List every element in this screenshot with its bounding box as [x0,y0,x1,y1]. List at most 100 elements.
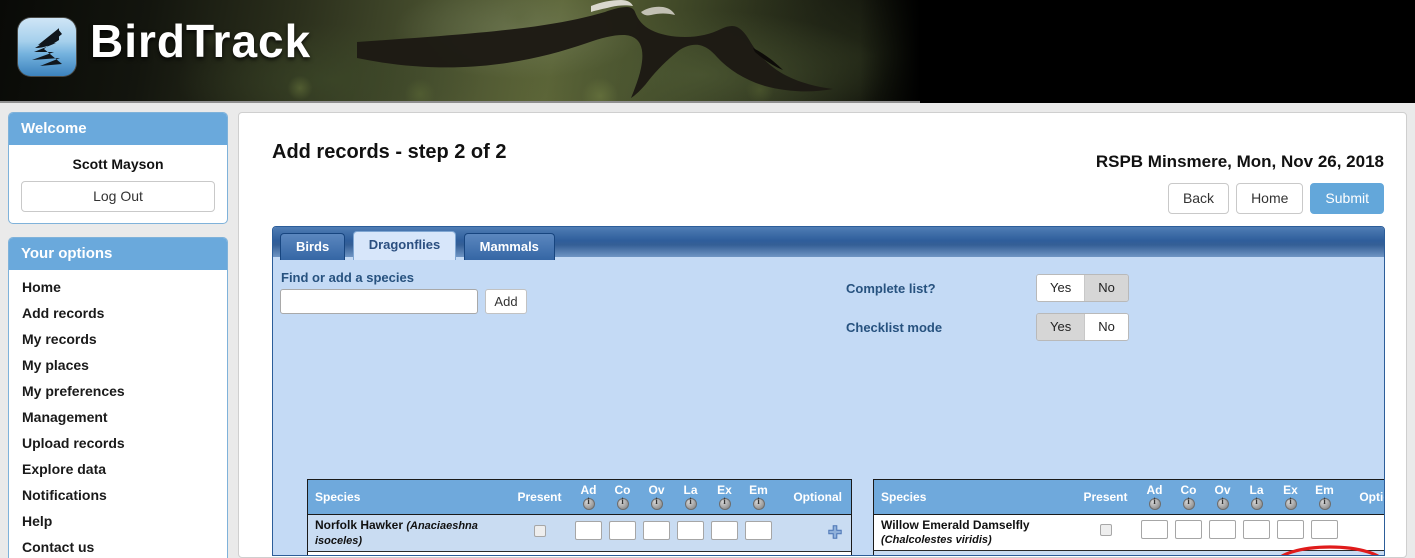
col-present: Present [508,480,572,515]
sidebar-item-my-preferences[interactable]: My preferences [9,378,227,404]
checklist-mode-no-option[interactable]: No [1084,314,1128,340]
tab-mammals[interactable]: Mammals [464,233,555,260]
count-cell-ad [572,551,606,556]
optional-cell [1342,514,1386,550]
checklist-mode-toggle[interactable]: Yes No [1036,313,1129,341]
sidebar-item-notifications[interactable]: Notifications [9,482,227,508]
sidebar-nav-list: Home Add records My records My places My… [9,270,227,558]
table-row: Norfolk Hawker (Anaciaeshna isoceles) [308,514,852,551]
count-cell-ex [708,514,742,551]
taxon-tab-bar: Birds Dragonflies Mammals [273,227,1384,257]
back-button[interactable]: Back [1168,183,1229,214]
info-icon[interactable] [1149,498,1161,510]
count-input-co[interactable] [609,521,636,540]
count-input-ad[interactable] [1141,520,1168,539]
info-icon[interactable] [719,498,731,510]
count-cell-co [606,514,640,551]
checklist-mode-yes-option[interactable]: Yes [1037,314,1084,340]
complete-list-row: Complete list? Yes No [846,274,1129,302]
species-table-right: Species Present Ad Co Ov La Ex Em Option… [873,479,1385,556]
col-ex: Ex [1274,480,1308,515]
count-cell-la [1240,550,1274,556]
log-out-button[interactable]: Log Out [21,181,215,212]
count-input-ov[interactable] [1209,520,1236,539]
info-icon[interactable] [651,498,663,510]
tab-birds[interactable]: Birds [280,233,345,260]
optional-cell [776,514,852,551]
info-icon[interactable] [1217,498,1229,510]
sidebar-item-contact-us[interactable]: Contact us [9,534,227,558]
count-input-ad[interactable] [575,521,602,540]
table-row: Blue-tailed Damselfly (Ischnura elegans) [308,551,852,556]
complete-list-toggle[interactable]: Yes No [1036,274,1129,302]
find-species-input[interactable] [280,289,478,314]
present-cell [1074,514,1138,550]
info-icon[interactable] [1183,498,1195,510]
count-cell-ad [1138,550,1172,556]
optional-cell [1342,550,1386,556]
col-ov: Ov [640,480,674,515]
col-co: Co [606,480,640,515]
user-name: Scott Mayson [21,153,215,181]
count-input-la[interactable] [677,521,704,540]
options-panel: Your options Home Add records My records… [8,237,228,558]
sidebar-item-help[interactable]: Help [9,508,227,534]
count-cell-la [674,551,708,556]
count-cell-co [606,551,640,556]
sidebar-item-my-places[interactable]: My places [9,352,227,378]
sidebar-item-upload-records[interactable]: Upload records [9,430,227,456]
page-body: Welcome Scott Mayson Log Out Your option… [0,103,1415,558]
info-icon[interactable] [617,498,629,510]
count-input-ov[interactable] [643,521,670,540]
species-name-cell: Norfolk Hawker (Anaciaeshna isoceles) [308,514,508,551]
find-species-label: Find or add a species [281,270,414,285]
species-common-name: Norfolk Hawker [315,518,406,532]
count-input-em[interactable] [1311,520,1338,539]
count-cell-la [674,514,708,551]
complete-list-label: Complete list? [846,281,1036,296]
submit-button[interactable]: Submit [1310,183,1384,214]
sidebar-item-add-records[interactable]: Add records [9,300,227,326]
sidebar-item-management[interactable]: Management [9,404,227,430]
tab-dragonflies[interactable]: Dragonflies [353,231,457,260]
count-input-la[interactable] [1243,520,1270,539]
add-species-button[interactable]: Add [485,289,527,314]
table-row: White-legged Damselfly (Platycnemis penn… [874,550,1386,556]
bird-logo-icon [18,18,76,76]
col-em: Em [742,480,776,515]
count-cell-em [742,514,776,551]
complete-list-no-option[interactable]: No [1084,275,1128,301]
checklist-mode-label: Checklist mode [846,320,1036,335]
species-name-cell: White-legged Damselfly (Platycnemis penn… [874,550,1074,556]
sidebar-item-explore-data[interactable]: Explore data [9,456,227,482]
sidebar-item-home[interactable]: Home [9,274,227,300]
count-input-ex[interactable] [711,521,738,540]
brand-title: BirdTrack [90,14,311,68]
sidebar-item-my-records[interactable]: My records [9,326,227,352]
count-cell-em [742,551,776,556]
species-common-name: Blue-tailed Damselfly [315,555,440,556]
present-checkbox[interactable] [1100,524,1112,536]
count-input-ex[interactable] [1277,520,1304,539]
osprey-photo-silhouette [355,0,915,103]
info-icon[interactable] [753,498,765,510]
count-cell-ex [708,551,742,556]
add-detail-plus-icon[interactable] [828,525,842,539]
info-icon[interactable] [1319,498,1331,510]
sidebar: Welcome Scott Mayson Log Out Your option… [8,112,228,558]
species-rows-right: Willow Emerald Damselfly (Chalcolestes v… [874,514,1386,556]
home-button[interactable]: Home [1236,183,1303,214]
count-input-co[interactable] [1175,520,1202,539]
complete-list-yes-option[interactable]: Yes [1037,275,1084,301]
info-icon[interactable] [685,498,697,510]
info-icon[interactable] [583,498,595,510]
present-cell [508,551,572,556]
count-cell-ad [1138,514,1172,550]
species-entry-panel: Birds Dragonflies Mammals Find or add a … [272,226,1385,556]
info-icon[interactable] [1251,498,1263,510]
page-title: Add records - step 2 of 2 [272,141,507,164]
col-co: Co [1172,480,1206,515]
count-input-em[interactable] [745,521,772,540]
info-icon[interactable] [1285,498,1297,510]
present-checkbox[interactable] [534,525,546,537]
